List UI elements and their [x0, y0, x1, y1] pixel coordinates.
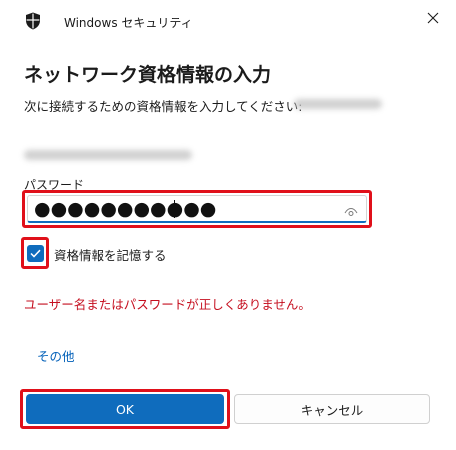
- dialog-heading: ネットワーク資格情報の入力: [24, 64, 272, 86]
- shield-icon: [25, 12, 41, 30]
- instruction-text: 次に接続するための資格情報を入力してください:: [24, 99, 303, 114]
- redacted-server-address: [294, 99, 382, 109]
- redacted-username: [24, 150, 192, 160]
- app-title: Windows セキュリティ: [64, 16, 193, 30]
- ok-button[interactable]: OK: [26, 394, 224, 424]
- title-bar: Windows セキュリティ: [0, 0, 456, 40]
- text-caret: [174, 200, 175, 218]
- cancel-button[interactable]: キャンセル: [234, 394, 430, 424]
- more-choices-link[interactable]: その他: [37, 346, 75, 365]
- password-masked-value: ●●●●●●●●●●●: [34, 198, 217, 220]
- close-button[interactable]: [418, 4, 448, 32]
- remember-credentials-checkbox[interactable]: [27, 245, 44, 262]
- close-icon: [427, 12, 439, 24]
- eye-icon[interactable]: [344, 203, 358, 216]
- password-input[interactable]: ●●●●●●●●●●●: [27, 195, 367, 223]
- credential-dialog: Windows セキュリティ ネットワーク資格情報の入力 次に接続するための資格…: [0, 0, 456, 450]
- remember-credentials-label[interactable]: 資格情報を記憶する: [54, 245, 167, 264]
- error-message: ユーザー名またはパスワードが正しくありません。: [24, 297, 311, 312]
- checkmark-icon: [30, 249, 41, 258]
